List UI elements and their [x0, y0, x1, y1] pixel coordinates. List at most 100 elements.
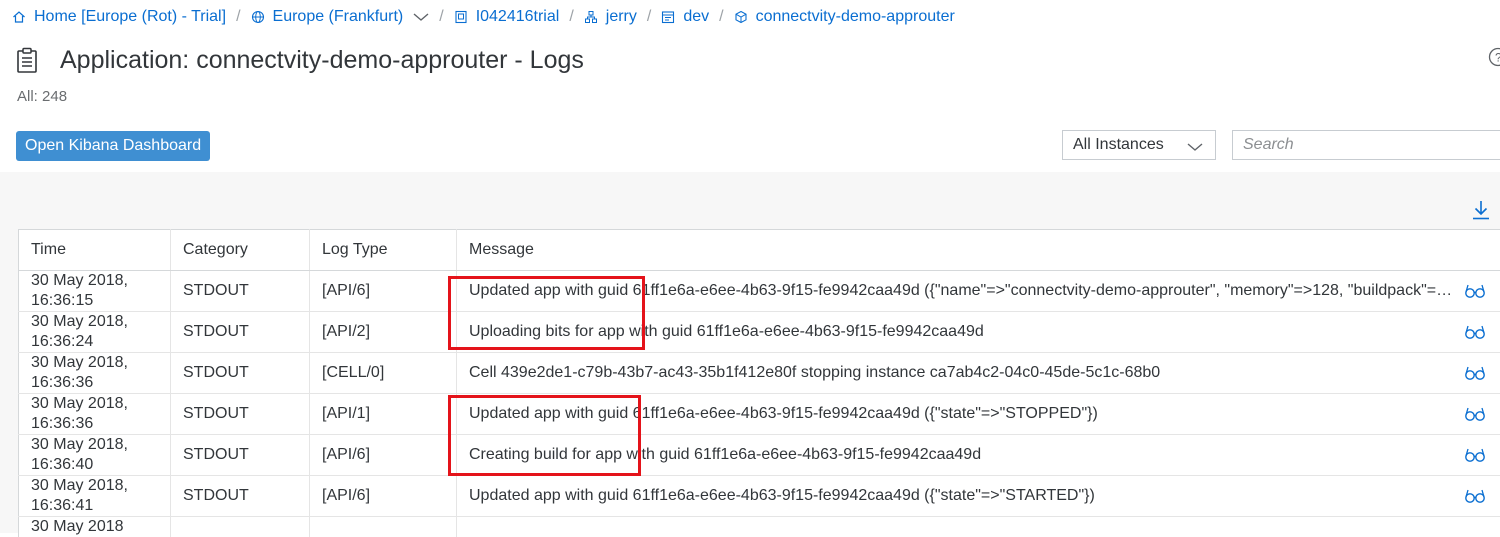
org-icon	[454, 10, 468, 24]
time-text: 16:36:15	[31, 292, 93, 309]
message-cell: Cell 439e2de1-c79b-43b7-ac43-35b1f412e80…	[457, 353, 1500, 394]
table-row[interactable]: 30 May 2018,16:36:15 STDOUT [API/6] Upda…	[19, 271, 1500, 312]
space-icon	[584, 10, 598, 24]
breadcrumb-separator: /	[569, 8, 573, 26]
category-cell: STDOUT	[171, 312, 310, 353]
log-count: All: 248	[17, 88, 67, 105]
home-icon	[12, 10, 26, 24]
page-header: Application: connectvity-demo-approuter …	[16, 42, 584, 78]
log-type-cell: [API/6]	[310, 476, 457, 517]
message-cell: Creating build for app with guid 61ff1e6…	[457, 435, 1500, 476]
message-text: Creating build for app with guid 61ff1e6…	[469, 446, 981, 463]
svg-text:?: ?	[1495, 51, 1500, 65]
calendar-icon	[661, 10, 675, 24]
time-cell: 30 May 2018, 16:36:24	[19, 312, 171, 353]
breadcrumb-home-label: Home [Europe (Rot) - Trial]	[34, 8, 226, 26]
glasses-icon[interactable]	[1464, 488, 1486, 504]
message-cell	[457, 517, 1500, 537]
breadcrumb-subaccount[interactable]: I042416trial	[454, 8, 560, 26]
help-icon[interactable]: ?	[1488, 47, 1500, 67]
date-text: 30 May 2018,	[31, 272, 128, 289]
table-row[interactable]: 30 May 2018, 16:36:41 STDOUT [API/6] Upda…	[19, 476, 1500, 517]
instances-select[interactable]: All Instances	[1062, 130, 1216, 160]
date-text: 30 May 2018,	[31, 436, 128, 453]
column-header-log-type[interactable]: Log Type	[310, 230, 457, 271]
page-title: Application: connectvity-demo-approuter …	[60, 46, 584, 75]
breadcrumb-separator: /	[236, 8, 240, 26]
log-type-cell: [API/6]	[310, 271, 457, 312]
time-cell: 30 May 2018,16:36:36	[19, 394, 171, 435]
breadcrumb-org[interactable]: jerry	[584, 8, 637, 26]
breadcrumb-home[interactable]: Home [Europe (Rot) - Trial]	[12, 8, 226, 26]
breadcrumb-org-label: jerry	[606, 8, 637, 26]
open-kibana-dashboard-button[interactable]: Open Kibana Dashboard	[16, 131, 210, 161]
table-row[interactable]: 30 May 2018, 16:36:40 STDOUT [API/6] Crea…	[19, 435, 1500, 476]
date-text: 30 May 2018,	[31, 313, 128, 330]
breadcrumb-separator: /	[647, 8, 651, 26]
chevron-down-icon	[1187, 139, 1203, 157]
column-header-category[interactable]: Category	[171, 230, 310, 271]
column-header-message[interactable]: Message	[457, 230, 1500, 271]
message-text: Cell 439e2de1-c79b-43b7-ac43-35b1f412e80…	[469, 364, 1160, 381]
glasses-icon[interactable]	[1464, 324, 1486, 340]
log-type-cell: [API/6]	[310, 435, 457, 476]
table-row[interactable]: 30 May 2018,16:36:36 STDOUT [API/1] Upda…	[19, 394, 1500, 435]
time-cell: 30 May 2018, 16:36:40	[19, 435, 171, 476]
date-text: 30 May 2018,	[31, 477, 128, 494]
message-cell: Uploading bits for app with guid 61ff1e6…	[457, 312, 1500, 353]
message-text: Updated app with guid 61ff1e6a-e6ee-4b63…	[469, 282, 1500, 299]
time-text: 16:36:36	[31, 374, 93, 391]
date-text: 30 May 2018	[31, 518, 124, 535]
glasses-icon[interactable]	[1464, 447, 1486, 463]
time-text: 16:36:41	[31, 497, 93, 514]
breadcrumb-separator: /	[719, 8, 723, 26]
globe-icon	[251, 10, 265, 24]
category-cell: STDOUT	[171, 394, 310, 435]
time-text: 16:36:24	[31, 333, 93, 350]
download-icon[interactable]	[1470, 199, 1492, 221]
breadcrumb: Home [Europe (Rot) - Trial] / Europe (Fr…	[12, 6, 955, 28]
message-text: Uploading bits for app with guid 61ff1e6…	[469, 323, 984, 340]
message-cell: Updated app with guid 61ff1e6a-e6ee-4b63…	[457, 271, 1500, 312]
time-cell: 30 May 2018, 16:36:15	[19, 271, 171, 312]
log-count-label: All: 248	[17, 88, 67, 105]
message-text: Updated app with guid 61ff1e6a-e6ee-4b63…	[469, 405, 1098, 422]
message-cell: Updated app with guid 61ff1e6a-e6ee-4b63…	[457, 394, 1500, 435]
application-icon	[734, 10, 748, 24]
breadcrumb-subaccount-label: I042416trial	[476, 8, 560, 26]
breadcrumb-region[interactable]: Europe (Frankfurt)	[251, 8, 430, 26]
breadcrumb-application[interactable]: connectvity-demo-approuter	[734, 8, 955, 26]
category-cell	[171, 517, 310, 537]
glasses-icon[interactable]	[1464, 283, 1486, 299]
log-type-cell	[310, 517, 457, 537]
time-cell: 30 May 2018, 16:36:41	[19, 476, 171, 517]
time-text: 16:36:40	[31, 456, 93, 473]
log-type-cell: [API/1]	[310, 394, 457, 435]
category-cell: STDOUT	[171, 353, 310, 394]
instances-select-value: All Instances	[1073, 136, 1164, 154]
date-text: 30 May 2018,	[31, 354, 128, 371]
glasses-icon[interactable]	[1464, 365, 1486, 381]
column-header-time[interactable]: Time	[19, 230, 171, 271]
log-table: Time Category Log Type Message 30 May 20…	[18, 229, 1500, 537]
time-cell: 30 May 2018, 16:36:36	[19, 353, 171, 394]
category-cell: STDOUT	[171, 435, 310, 476]
table-row[interactable]: 30 May 2018, 16:36:24 STDOUT [API/2] Uplo…	[19, 312, 1500, 353]
breadcrumb-application-label: connectvity-demo-approuter	[756, 8, 955, 26]
breadcrumb-separator: /	[439, 8, 443, 26]
time-text: 16:36:36	[31, 415, 93, 432]
log-type-cell: [CELL/0]	[310, 353, 457, 394]
time-cell: 30 May 2018	[19, 517, 171, 537]
search-input[interactable]	[1232, 130, 1500, 160]
table-header-row: Time Category Log Type Message	[19, 230, 1500, 271]
message-cell: Updated app with guid 61ff1e6a-e6ee-4b63…	[457, 476, 1500, 517]
table-row[interactable]: 30 May 2018	[19, 517, 1500, 537]
breadcrumb-space[interactable]: dev	[661, 8, 709, 26]
chevron-down-icon[interactable]	[413, 12, 429, 22]
table-row[interactable]: 30 May 2018, 16:36:36 STDOUT [CELL/0] Cel…	[19, 353, 1500, 394]
log-type-cell: [API/2]	[310, 312, 457, 353]
breadcrumb-space-label: dev	[683, 8, 709, 26]
message-text: Updated app with guid 61ff1e6a-e6ee-4b63…	[469, 487, 1095, 504]
glasses-icon[interactable]	[1464, 406, 1486, 422]
category-cell: STDOUT	[171, 476, 310, 517]
